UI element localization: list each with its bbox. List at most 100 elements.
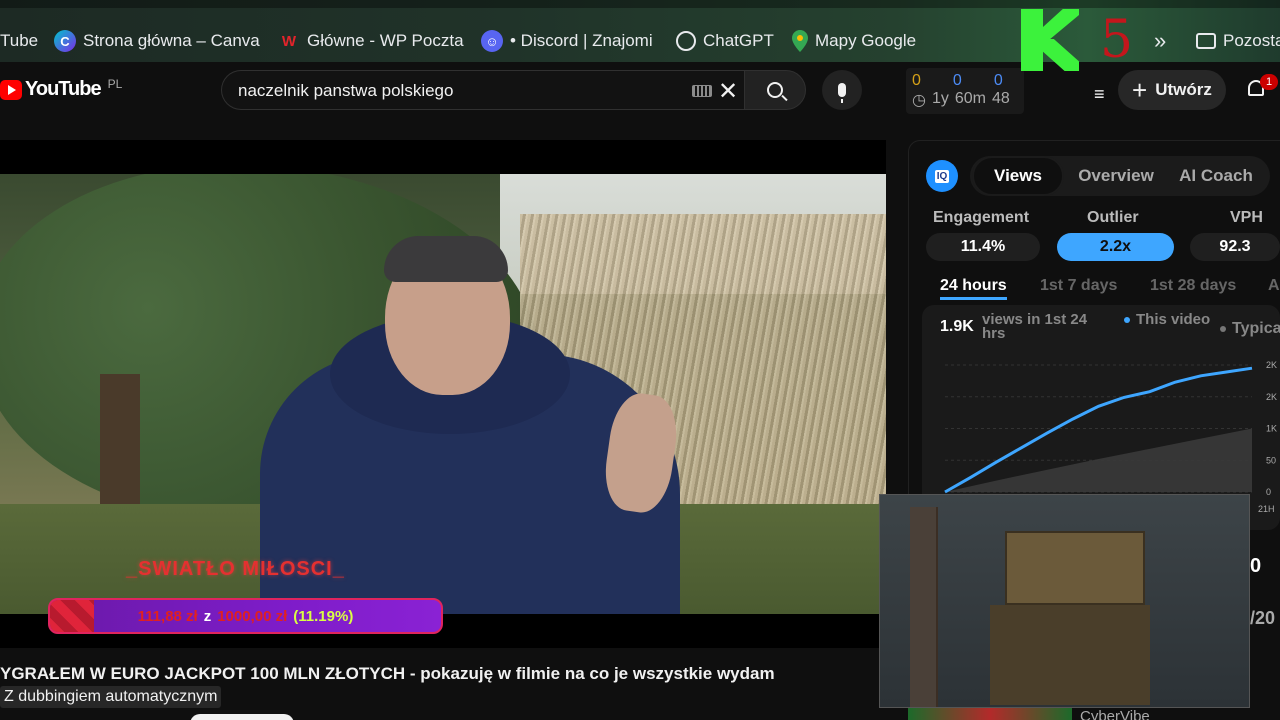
metric-value-engagement: 11.4% [926, 233, 1040, 261]
stat-time: 1y [931, 90, 949, 107]
tab-views[interactable]: Views [972, 156, 1064, 196]
folder-icon [1196, 33, 1216, 49]
notifications-button[interactable]: 1 [1248, 74, 1278, 100]
dubbing-badge[interactable]: Z dubbingiem automatycznym [0, 686, 222, 708]
stat-time: 60m [954, 90, 986, 107]
bookmark-label: Pozosta [1223, 31, 1280, 50]
stat-count: 0 [993, 72, 1003, 89]
youtube-play-icon [0, 79, 22, 100]
stream-overlay-title: _SWIATŁO MIŁOSCI_ [126, 558, 345, 580]
create-label: Utwórz [1155, 80, 1212, 99]
video-person [0, 174, 886, 614]
bookmark-label: Główne - WP Poczta [307, 31, 464, 50]
bookmark-maps[interactable]: Mapy Google [792, 28, 916, 54]
donation-goal-bar: 111,88 zł z 1000,00 zł (11.19%) [48, 598, 443, 634]
keyboard-icon[interactable] [692, 85, 712, 97]
metric-value-vph: 92.3 [1190, 233, 1280, 261]
extension-stats-widget[interactable]: 0 0 0 ◷ 1y 60m 48 [906, 68, 1024, 114]
metric-label-engagement: Engagement [933, 209, 1030, 226]
search-button[interactable] [744, 70, 806, 110]
clock-icon: ◷ [912, 92, 926, 109]
iq-logo-text: IQ [934, 169, 950, 183]
bookmark-label: • Discord | Znajomi [510, 31, 653, 50]
bookmark-label: Strona główna – Canva [83, 31, 260, 50]
bookmark-chatgpt[interactable]: ChatGPT [676, 28, 774, 54]
iq-logo-icon[interactable]: IQ [926, 160, 958, 192]
search-query: naczelnik panstwa polskiego [238, 81, 454, 100]
series-typical-area [945, 428, 1252, 492]
period-more[interactable]: A [1268, 277, 1280, 295]
country-code: PL [107, 76, 123, 91]
microphone-icon [838, 83, 846, 103]
overlay-digit: 5 [1100, 10, 1134, 70]
create-button[interactable]: + Utwórz [1118, 70, 1226, 110]
legend-dot-blue [1124, 317, 1130, 324]
legend-this-video[interactable]: This video [1124, 311, 1211, 328]
y-tick-label: 1K [1266, 424, 1277, 434]
stat-time: 48 [992, 90, 1010, 107]
y-tick-label: 50 [1266, 455, 1276, 465]
webcam-overlay [879, 494, 1250, 708]
bookmark-label: Tube [0, 31, 39, 50]
bookmark-folder-other[interactable]: Pozosta [1196, 28, 1280, 54]
double-chevron-icon: » [1154, 28, 1167, 53]
tab-ai-coach[interactable]: AI Coach [1166, 156, 1266, 196]
search-input[interactable]: naczelnik panstwa polskiego ✕ [221, 70, 744, 110]
legend-label: This video [1136, 311, 1211, 328]
stat-count: 0 [952, 72, 962, 89]
clear-search-icon[interactable]: ✕ [718, 77, 738, 106]
tab-strip-edge [0, 0, 1280, 8]
youtube-logo[interactable]: YouTube PL [0, 76, 123, 101]
period-28-days[interactable]: 1st 28 days [1150, 277, 1236, 295]
bookmarks-bar: Tube C Strona główna – Canva W Główne - … [0, 0, 1280, 62]
logo-text: YouTube [25, 78, 102, 100]
legend-label: Typica [1232, 320, 1280, 337]
canva-icon: C [54, 30, 76, 52]
bookmark-wp-poczta[interactable]: W Główne - WP Poczta [278, 28, 464, 54]
notification-badge: 1 [1260, 74, 1278, 90]
partial-text: 0 [1250, 555, 1262, 577]
chart-headline: 1.9K [940, 318, 974, 335]
period-7-days[interactable]: 1st 7 days [1040, 277, 1117, 295]
tab-overview[interactable]: Overview [1070, 156, 1162, 196]
partial-date: /20 [1250, 608, 1276, 628]
panel-tabs: Views Overview AI Coach [970, 156, 1270, 196]
video-title: YGRAŁEM W EURO JACKPOT 100 MLN ZŁOTYCH -… [0, 664, 775, 683]
bookmark-discord[interactable]: ☺ • Discord | Znajomi [481, 28, 653, 54]
discord-icon: ☺ [481, 30, 503, 52]
y-tick-label: 2K [1266, 392, 1277, 402]
screen: Tube C Strona główna – Canva W Główne - … [0, 0, 1280, 720]
metric-label-outlier: Outlier [1087, 209, 1139, 226]
menu-icon[interactable]: ≡ [1094, 84, 1105, 105]
plus-icon: + [1132, 75, 1148, 105]
goal-target: 1000,00 zł [217, 607, 288, 625]
period-24-hours[interactable]: 24 hours [940, 277, 1007, 300]
search-icon [767, 82, 783, 98]
y-tick-label: 2K [1266, 360, 1277, 370]
kick-logo-overlay [1021, 9, 1081, 71]
goal-separator: z [203, 607, 212, 625]
chatgpt-icon [676, 31, 696, 51]
legend-typical[interactable]: Typica [1220, 320, 1280, 338]
bookmark-label: Mapy Google [815, 31, 917, 50]
webcam-door [910, 507, 938, 707]
bookmark-canva[interactable]: C Strona główna – Canva [54, 28, 260, 54]
action-pill[interactable] [190, 714, 294, 720]
youtube-header: YouTube PL naczelnik panstwa polskiego ✕… [0, 62, 1280, 118]
recommended-channel[interactable]: CyberVibe [1080, 708, 1150, 720]
maps-icon [792, 30, 808, 52]
bookmark-label: ChatGPT [703, 31, 774, 50]
webcam-cabinet-lower [990, 605, 1150, 705]
bookmark-youtube[interactable]: Tube [0, 28, 38, 54]
recommended-thumbnail[interactable] [908, 708, 1072, 720]
bookmarks-overflow-button[interactable]: » [1154, 28, 1166, 54]
x-tick-label: 21H [1258, 504, 1275, 514]
metric-value-outlier: 2.2x [1057, 233, 1174, 261]
metric-label-vph: VPH [1230, 209, 1263, 226]
chart-subtitle: views in 1st 24 hrs [982, 311, 1088, 342]
y-tick-label: 0 [1266, 487, 1271, 497]
goal-current: 111,88 zł [137, 607, 198, 625]
legend-dot-gray [1220, 325, 1226, 332]
voice-search-button[interactable] [822, 70, 862, 110]
wp-icon: W [281, 32, 297, 50]
